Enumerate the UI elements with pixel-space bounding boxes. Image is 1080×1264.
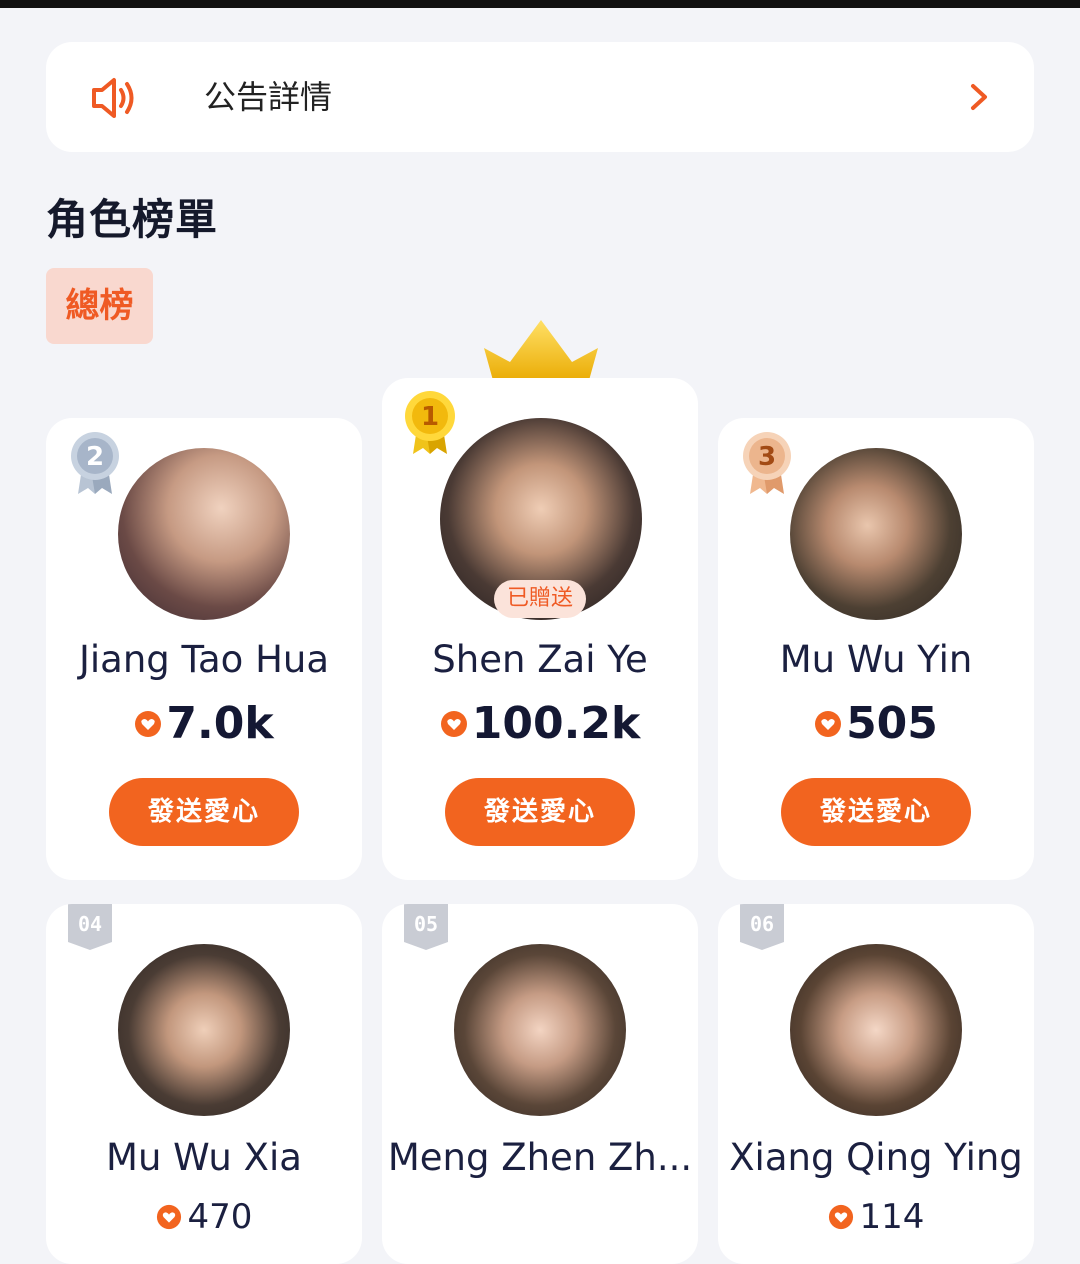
ranking-card-4: 04 Mu Wu Xia 470 [46, 904, 362, 1264]
bronze-medal-icon: 3 [743, 432, 791, 494]
rank-number: 06 [749, 912, 775, 936]
gold-medal-icon: 1 [405, 391, 455, 454]
avatar[interactable] [118, 448, 290, 620]
avatar[interactable] [790, 944, 962, 1116]
silver-medal-icon: 2 [71, 432, 119, 494]
ranking-card-6: 06 Xiang Qing Ying 114 [718, 904, 1034, 1264]
gifted-badge: 已贈送 [494, 580, 586, 618]
svg-text:3: 3 [758, 442, 776, 472]
character-name: Meng Zhen Zh... [387, 1136, 693, 1179]
character-name: Jiang Tao Hua [78, 638, 330, 681]
send-heart-button[interactable]: 發送愛心 [445, 778, 635, 846]
heart-icon [135, 711, 162, 737]
heart-icon [815, 711, 842, 737]
character-name: Xiang Qing Ying [729, 1136, 1023, 1179]
character-name: Shen Zai Ye [432, 638, 648, 681]
score-row: 7.0k [46, 698, 362, 750]
heart-count: 7.0k [166, 698, 274, 749]
send-heart-button[interactable]: 發送愛心 [781, 778, 971, 846]
svg-text:1: 1 [421, 402, 439, 432]
avatar[interactable] [790, 448, 962, 620]
avatar[interactable] [118, 944, 290, 1116]
score-row: 100.2k [382, 698, 698, 750]
ranking-card-2: 2 Jiang Tao Hua 7.0k 發送愛心 [46, 418, 362, 880]
tab-total-ranking[interactable]: 總榜 [46, 268, 153, 344]
status-bar-strip [0, 0, 1080, 8]
ranking-card-3: 3 Mu Wu Yin 505 發送愛心 [718, 418, 1034, 880]
character-name: Mu Wu Xia [106, 1136, 302, 1179]
character-name: Mu Wu Yin [779, 638, 973, 681]
rank-number: 05 [413, 912, 439, 936]
score-row: 470 [46, 1196, 362, 1238]
speaker-icon [92, 78, 134, 118]
avatar[interactable] [454, 944, 626, 1116]
chevron-right-icon[interactable] [964, 80, 994, 114]
announcement-bar[interactable]: 公告詳情 [46, 42, 1034, 152]
heart-icon [156, 1204, 181, 1230]
send-heart-button[interactable]: 發送愛心 [109, 778, 299, 846]
heart-count: 114 [859, 1197, 925, 1237]
heart-count: 100.2k [471, 698, 641, 749]
rank-number: 04 [77, 912, 103, 936]
score-row: 114 [718, 1196, 1034, 1238]
ranking-card-1: 1 已贈送 Shen Zai Ye 100.2k 發送愛心 [382, 378, 698, 880]
ranking-card-5: 05 Meng Zhen Zh... [382, 904, 698, 1264]
announcement-label: 公告詳情 [204, 78, 333, 116]
heart-icon [828, 1204, 853, 1230]
section-title: 角色榜單 [46, 195, 219, 244]
heart-icon [440, 711, 467, 737]
score-row: 505 [718, 698, 1034, 750]
heart-count: 470 [187, 1197, 253, 1237]
heart-count: 505 [846, 698, 938, 749]
crown-icon [484, 320, 598, 384]
svg-text:2: 2 [86, 442, 104, 472]
